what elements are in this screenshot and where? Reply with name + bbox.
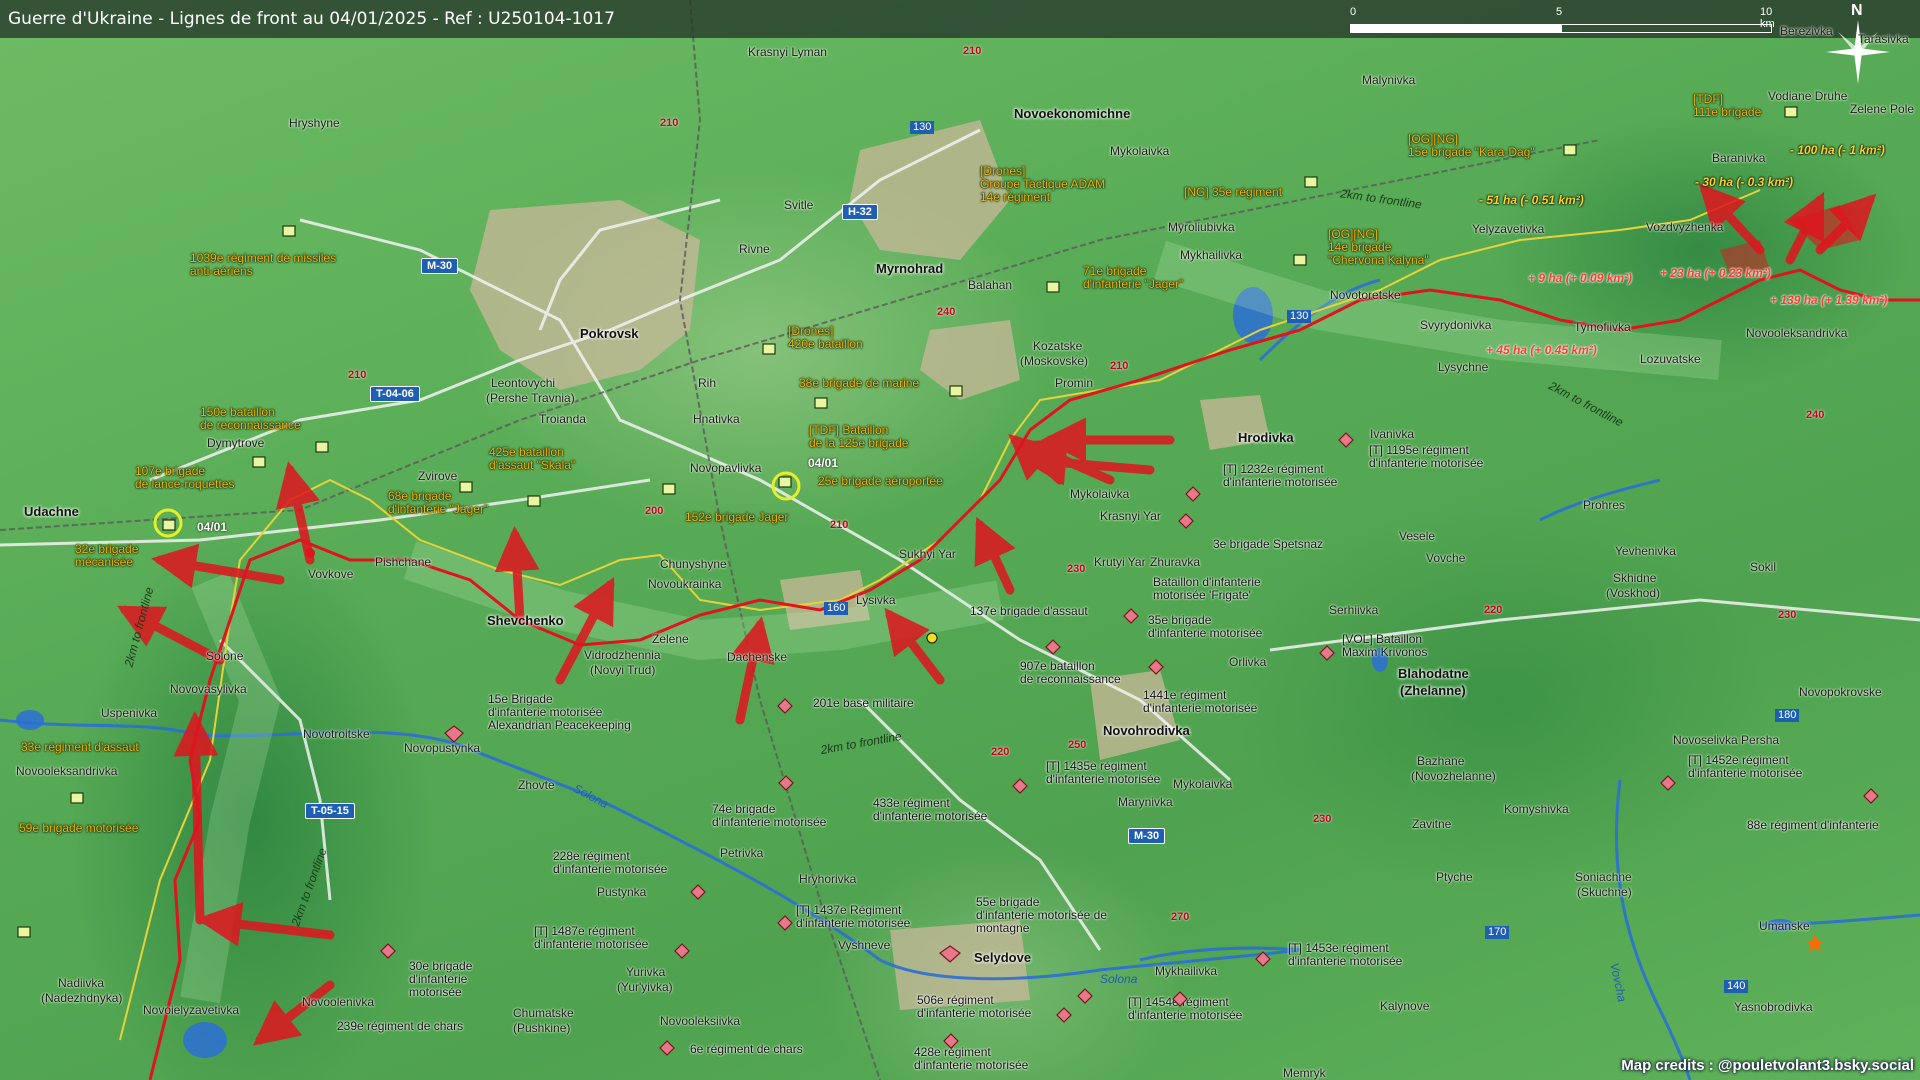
ua-marker (1784, 106, 1798, 118)
ru-marker (1123, 608, 1139, 624)
ua-unit-markers (17, 106, 1798, 938)
ua-marker (527, 495, 541, 507)
ru-marker (1255, 951, 1271, 967)
ua-marker (1563, 144, 1577, 156)
ru-marker (380, 943, 396, 959)
ru-marker (777, 915, 793, 931)
ua-marker (762, 343, 776, 355)
ua-marker (315, 441, 329, 453)
event-dot-yellow (926, 632, 938, 644)
ru-marker (1319, 645, 1335, 661)
ru-marker (1172, 991, 1188, 1007)
ru-marker (1185, 486, 1201, 502)
ua-marker (1293, 254, 1307, 266)
ua-marker (949, 385, 963, 397)
ru-marker (1077, 988, 1093, 1004)
ru-marker (1863, 788, 1879, 804)
unit-symbols (17, 106, 1879, 1056)
ua-marker (778, 476, 792, 488)
ru-marker (778, 775, 794, 791)
ru-marker (690, 884, 706, 900)
highlight-rings (153, 471, 801, 538)
map-credits: Map credits : @pouletvolant3.bsky.social (1621, 1057, 1914, 1074)
ua-marker (662, 483, 676, 495)
ru-marker (659, 1040, 675, 1056)
ru-marker (444, 725, 464, 743)
ua-marker (252, 456, 266, 468)
ru-marker (1056, 1007, 1072, 1023)
ru-marker (674, 943, 690, 959)
ua-marker (459, 481, 473, 493)
ru-marker (939, 945, 961, 963)
ru-marker (1148, 659, 1164, 675)
ru-marker (1338, 432, 1354, 448)
map-canvas[interactable]: Guerre d'Ukraine - Lignes de front au 04… (0, 0, 1920, 1080)
ua-marker (70, 792, 84, 804)
ua-marker (814, 397, 828, 409)
ru-marker (1012, 778, 1028, 794)
ru-marker (777, 698, 793, 714)
ru-marker (943, 1033, 959, 1049)
ru-marker (1178, 513, 1194, 529)
ua-marker (1046, 281, 1060, 293)
event-dot (305, 548, 315, 558)
ru-unit-markers (380, 432, 1879, 1056)
ua-marker (17, 926, 31, 938)
star-marker (1805, 934, 1825, 952)
ua-marker (282, 225, 296, 237)
ua-marker (1304, 176, 1318, 188)
ru-marker (1045, 639, 1061, 655)
ua-marker (162, 519, 176, 531)
ru-marker (1660, 775, 1676, 791)
